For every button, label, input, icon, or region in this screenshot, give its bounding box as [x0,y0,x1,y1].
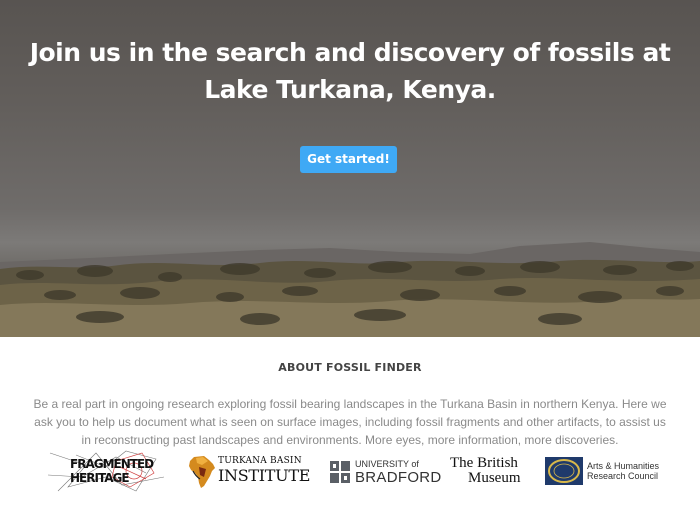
heritage-label: HERITAGE [70,471,130,485]
bradford-label: BRADFORD [355,469,442,486]
hero-banner: Join us in the search and discovery of f… [0,0,700,337]
about-heading: ABOUT FOSSIL FINDER [278,361,422,374]
turkana-basin-institute-logo[interactable]: TURKANA BASIN INSTITUTE [188,455,310,491]
africa-map-icon [189,456,215,488]
about-description: Be a real part in ongoing research explo… [33,397,667,447]
fragmented-label: FRAGMENTED [70,457,154,471]
arts-humanities-label: Arts & Humanities [587,461,660,471]
fragmented-heritage-logo[interactable]: FRAGMENTED HERITAGE [46,447,168,497]
ahrc-logo[interactable]: Arts & Humanities Research Council [545,457,665,487]
turkana-basin-label: TURKANA BASIN [218,456,302,466]
ahrc-emblem-icon [545,457,583,485]
get-started-button[interactable]: Get started! [300,146,397,173]
savanna-scrubland [0,259,700,337]
research-council-label: Research Council [587,471,659,481]
hero-headline: Join us in the search and discovery of f… [29,38,671,104]
british-museum-logo[interactable]: The British Museum [450,455,530,491]
institute-label: INSTITUTE [218,466,311,485]
bradford-crest-icon [330,461,350,483]
university-of-label: UNIVERSITY of [355,459,419,469]
about-section: ABOUT FOSSIL FINDER Be a real part in on… [0,337,700,508]
university-of-bradford-logo[interactable]: UNIVERSITY of BRADFORD [330,459,441,489]
partner-logos: FRAGMENTED HERITAGE TURKANA BASIN INSTIT… [0,445,700,501]
museum-label: Museum [468,470,521,486]
